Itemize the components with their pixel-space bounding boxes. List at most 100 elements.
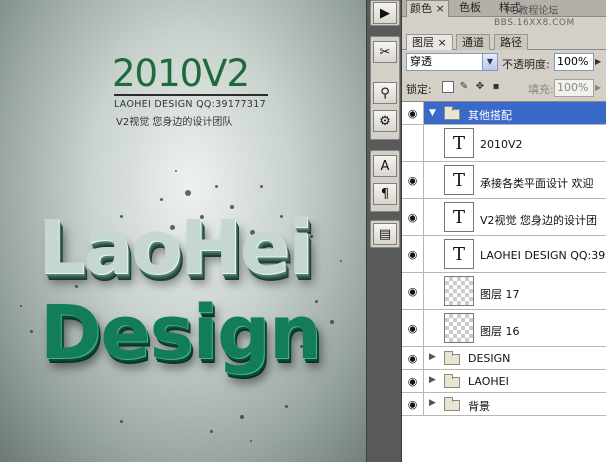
- layer-name[interactable]: 其他搭配: [468, 107, 512, 123]
- lock-label: 锁定:: [406, 83, 432, 96]
- ink-splatter-dot: [30, 330, 33, 333]
- chevron-right-icon[interactable]: ▶: [595, 79, 605, 97]
- layer-row-group[interactable]: ◉ ▶ DESIGN: [402, 347, 606, 370]
- eye-icon[interactable]: ◉: [402, 273, 424, 309]
- triangle-right-icon[interactable]: ▶: [429, 352, 436, 362]
- layer-row-group[interactable]: ◉ ▶ LAOHEI: [402, 370, 606, 393]
- tab-layers[interactable]: 图层 ×: [406, 34, 453, 50]
- folder-icon: [444, 351, 460, 365]
- triangle-right-icon[interactable]: ▶: [429, 398, 436, 408]
- lock-all-icon[interactable]: ▪: [490, 81, 502, 93]
- ink-splatter-dot: [185, 190, 191, 196]
- transparent-thumbnail-icon: [444, 313, 474, 343]
- lock-brush-icon[interactable]: ✎: [458, 81, 470, 93]
- layers-list: ◉ ▼ 其他搭配 T 2010V2 ◉ T 承接各类平面设计 欢迎 ◉ T V2…: [402, 101, 606, 462]
- eye-icon[interactable]: ◉: [402, 347, 424, 369]
- close-icon[interactable]: ×: [436, 2, 445, 15]
- ink-splatter-dot: [250, 440, 252, 442]
- eye-icon[interactable]: ◉: [402, 102, 424, 124]
- layer-name[interactable]: DESIGN: [468, 352, 510, 365]
- tool-dock-group: ▤: [370, 220, 400, 248]
- character-icon[interactable]: A: [373, 155, 397, 177]
- artwork-tagline: V2视觉 您身边的设计团队: [116, 117, 233, 128]
- blend-mode-select[interactable]: 穿透 ▼: [406, 53, 498, 71]
- opacity-label: 不透明度:: [502, 58, 550, 71]
- text-layer-thumbnail-icon: T: [444, 202, 474, 232]
- folder-icon: [444, 374, 460, 388]
- folder-icon: [444, 397, 460, 411]
- ink-splatter-dot: [160, 198, 163, 201]
- ink-splatter-dot: [260, 185, 263, 188]
- clone-source-icon[interactable]: ⚲: [373, 82, 397, 104]
- ink-splatter-dot: [285, 405, 288, 408]
- transparent-thumbnail-icon: [444, 276, 474, 306]
- ink-splatter-dot: [175, 170, 177, 172]
- triangle-right-icon[interactable]: ▶: [429, 375, 436, 385]
- layer-row-text[interactable]: ◉ T 承接各类平面设计 欢迎: [402, 162, 606, 199]
- ink-splatter-dot: [120, 420, 123, 423]
- ink-splatter-dot: [340, 260, 342, 262]
- eye-icon[interactable]: ◉: [402, 236, 424, 272]
- color-panel-tabs: 颜色 × 色板 样式: [402, 0, 606, 17]
- close-icon[interactable]: ×: [438, 36, 447, 49]
- fill-label: 填充:: [528, 83, 554, 96]
- blend-row: 穿透 ▼ 不透明度: 100% ▶: [402, 52, 606, 74]
- layer-row-text[interactable]: ◉ T LAOHEI DESIGN QQ:3917: [402, 236, 606, 273]
- layer-name[interactable]: 图层 16: [480, 323, 520, 339]
- layer-row-text[interactable]: ◉ T V2视觉 您身边的设计团: [402, 199, 606, 236]
- layer-name[interactable]: 图层 17: [480, 286, 520, 302]
- eye-icon[interactable]: ◉: [402, 393, 424, 415]
- eye-icon[interactable]: ◉: [402, 370, 424, 392]
- ink-splatter-dot: [240, 415, 244, 419]
- tool-dock-group: ▶: [370, 0, 400, 26]
- lock-move-icon[interactable]: ✥: [474, 81, 486, 93]
- artwork-subtitle: LAOHEI DESIGN QQ:39177317: [114, 99, 266, 110]
- brush-settings-icon[interactable]: ✂: [373, 41, 397, 63]
- artwork-logo-design: Design: [40, 290, 322, 376]
- eye-icon[interactable]: ◉: [402, 310, 424, 346]
- watermark-text: PS教程论坛: [506, 6, 559, 17]
- play-icon[interactable]: ▶: [373, 2, 397, 24]
- layer-name[interactable]: LAOHEI DESIGN QQ:3917: [480, 249, 606, 262]
- layer-row-group[interactable]: ◉ ▼ 其他搭配: [402, 102, 606, 125]
- eye-icon[interactable]: ◉: [402, 162, 424, 198]
- text-layer-thumbnail-icon: T: [444, 128, 474, 158]
- chevron-right-icon[interactable]: ▶: [595, 53, 605, 71]
- opacity-field[interactable]: 100%: [554, 53, 594, 71]
- triangle-down-icon[interactable]: ▼: [429, 108, 436, 118]
- tab-paths[interactable]: 路径: [494, 34, 528, 50]
- blend-mode-value: 穿透: [410, 55, 432, 68]
- tool-presets-icon[interactable]: ⚙: [373, 110, 397, 132]
- tab-color[interactable]: 颜色 ×: [406, 0, 449, 17]
- layer-row-text[interactable]: T 2010V2: [402, 125, 606, 162]
- fill-field[interactable]: 100%: [554, 79, 594, 97]
- layer-name[interactable]: 背景: [468, 398, 490, 414]
- collapsed-panel-strip: ▶ ✂ ⚲ ⚙ A ¶ ▤: [366, 0, 402, 462]
- watermark-url: BBS.16XX8.COM: [494, 18, 575, 28]
- tool-dock-group: A ¶: [370, 150, 400, 212]
- layers-panel: 颜色 × 色板 样式 PS教程论坛 BBS.16XX8.COM 图层 × 通道 …: [402, 0, 606, 462]
- eye-placeholder[interactable]: [402, 125, 424, 161]
- layer-name[interactable]: 2010V2: [480, 138, 523, 151]
- text-layer-thumbnail-icon: T: [444, 239, 474, 269]
- folder-icon: [444, 106, 460, 120]
- artwork-title-underline: [114, 94, 268, 96]
- tool-dock-group: ✂ ⚲ ⚙: [370, 36, 400, 140]
- layer-name[interactable]: 承接各类平面设计 欢迎: [480, 175, 594, 191]
- layer-row-group[interactable]: ◉ ▶ 背景: [402, 393, 606, 416]
- layer-row-pixel[interactable]: ◉ 图层 16: [402, 310, 606, 347]
- chevron-down-icon[interactable]: ▼: [482, 54, 497, 70]
- layer-name[interactable]: LAOHEI: [468, 375, 509, 388]
- notes-icon[interactable]: ▤: [373, 223, 397, 245]
- lock-transparency-icon[interactable]: [442, 81, 454, 93]
- artwork-title: 2010V2: [112, 52, 250, 95]
- layer-name[interactable]: V2视觉 您身边的设计团: [480, 212, 597, 228]
- tab-swatches[interactable]: 色板: [456, 0, 484, 17]
- artwork-logo-laohei: LaoHei: [38, 205, 313, 291]
- tab-channels[interactable]: 通道: [456, 34, 490, 50]
- paragraph-icon[interactable]: ¶: [373, 183, 397, 205]
- layer-row-pixel[interactable]: ◉ 图层 17: [402, 273, 606, 310]
- eye-icon[interactable]: ◉: [402, 199, 424, 235]
- ink-splatter-dot: [210, 430, 213, 433]
- document-canvas[interactable]: 2010V2 LAOHEI DESIGN QQ:39177317 V2视觉 您身…: [0, 0, 366, 462]
